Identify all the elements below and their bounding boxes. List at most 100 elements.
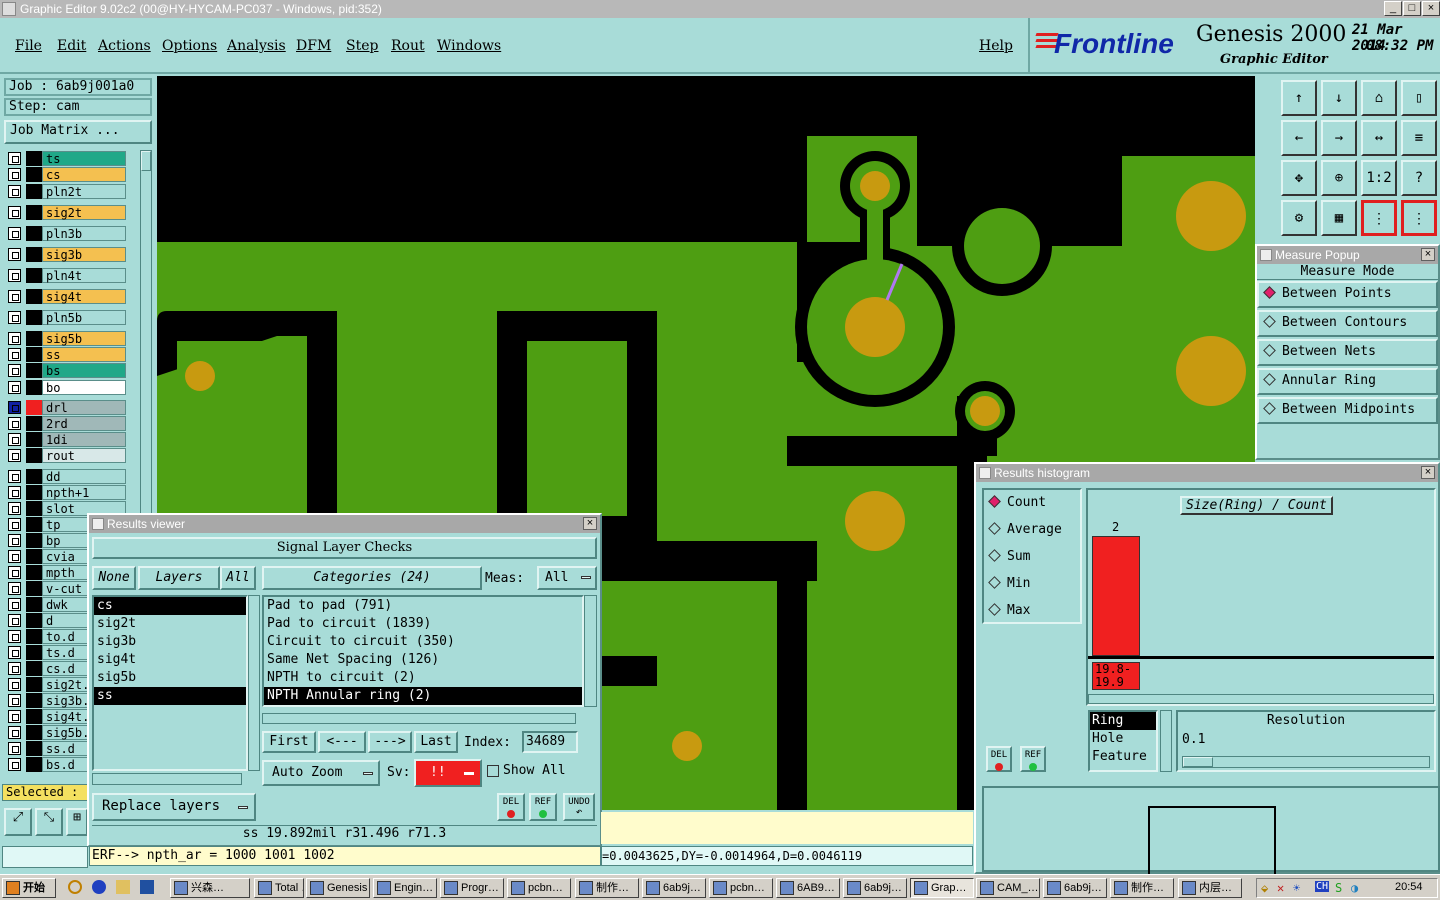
layer-checkbox[interactable] <box>8 290 21 303</box>
category-item[interactable]: Circuit to circuit (350) <box>264 633 582 651</box>
task-button[interactable]: 6ab9j… <box>642 878 706 898</box>
layer-row[interactable]: rout <box>4 448 128 463</box>
layer-row[interactable]: sig2t <box>4 205 128 220</box>
layer-checkbox[interactable] <box>8 168 21 181</box>
layer-row[interactable]: pln3b <box>4 226 128 241</box>
none-button[interactable]: None <box>92 566 136 590</box>
maximize-button[interactable]: □ <box>1403 1 1421 16</box>
category-item[interactable]: NPTH Annular ring (2) <box>264 687 582 705</box>
histogram-bin-label[interactable]: 19.8- 19.9 <box>1092 662 1140 690</box>
layer-row[interactable]: bs <box>4 363 128 378</box>
tool-button[interactable]: ↑ <box>1281 80 1317 116</box>
layer-checkbox[interactable] <box>8 269 21 282</box>
task-button[interactable]: 6ab9j… <box>1043 878 1107 898</box>
pan-tool-icon[interactable]: ⤢ <box>4 808 32 836</box>
menu-options[interactable]: Options <box>162 38 217 54</box>
layer-checkbox[interactable] <box>8 311 21 324</box>
menu-actions[interactable]: Actions <box>98 38 151 54</box>
layer-row[interactable]: cs <box>4 167 128 182</box>
next-button[interactable]: ---> <box>368 731 412 753</box>
del-button[interactable]: DEL <box>497 793 525 821</box>
histogram-option[interactable]: Max <box>984 598 1080 625</box>
tool-button[interactable]: ⌂ <box>1361 80 1397 116</box>
layer-row[interactable]: sig5b <box>4 331 128 346</box>
task-button[interactable]: pcbn… <box>507 878 571 898</box>
layer-checkbox[interactable] <box>8 550 21 563</box>
tool-button[interactable]: 1:2 <box>1361 160 1397 196</box>
measure-option[interactable]: Between Points <box>1257 281 1438 308</box>
histogram-bar[interactable] <box>1092 536 1140 656</box>
layer-checkbox[interactable] <box>8 678 21 691</box>
measure-option[interactable]: Between Contours <box>1257 310 1438 337</box>
layer-list-hscroll[interactable] <box>92 773 242 785</box>
ref-button[interactable]: REF <box>529 793 557 821</box>
layer-row[interactable]: ss <box>4 347 128 362</box>
category-list-scrollbar[interactable] <box>584 595 597 707</box>
layer-result-item[interactable]: ss <box>94 687 246 705</box>
histogram-close-icon[interactable]: × <box>1421 466 1435 479</box>
quick-launch-icon[interactable] <box>140 880 154 894</box>
layer-row[interactable]: pln2t <box>4 184 128 199</box>
tool-button[interactable]: ↔ <box>1361 120 1397 156</box>
task-button[interactable]: CAM_… <box>976 878 1040 898</box>
start-button[interactable]: 开始 <box>2 878 56 898</box>
tray-icon[interactable]: ✕ <box>1277 881 1284 895</box>
signal-layer-checks-header[interactable]: Signal Layer Checks <box>92 537 597 559</box>
category-list-hscroll[interactable] <box>262 713 576 724</box>
layer-checkbox[interactable] <box>8 742 21 755</box>
undo-button[interactable]: UNDO ↶ <box>563 793 595 821</box>
menu-file[interactable]: File <box>15 38 42 54</box>
menu-rout[interactable]: Rout <box>391 38 425 54</box>
histogram-type-item[interactable]: Hole <box>1090 730 1156 748</box>
layer-result-item[interactable]: sig2t <box>94 615 246 633</box>
tool-button[interactable]: ⊕ <box>1321 160 1357 196</box>
zoom-tool-icon[interactable]: ⤡ <box>35 808 63 836</box>
minimize-button[interactable]: _ <box>1384 1 1402 16</box>
task-button[interactable]: Engin… <box>373 878 437 898</box>
tool-button[interactable]: ↓ <box>1321 80 1357 116</box>
tool-button[interactable]: ? <box>1401 160 1437 196</box>
tool-button[interactable]: ≡ <box>1401 120 1437 156</box>
results-viewer-close-icon[interactable]: × <box>583 517 597 530</box>
hist-type-list[interactable]: Ring Hole Feature <box>1088 710 1158 772</box>
category-item[interactable]: NPTH to circuit (2) <box>264 669 582 687</box>
all-button[interactable]: All <box>220 566 256 590</box>
layer-checkbox[interactable] <box>8 614 21 627</box>
layer-row[interactable]: bo <box>4 380 128 395</box>
command-field[interactable] <box>2 846 88 868</box>
tray-icon[interactable]: S <box>1335 881 1342 895</box>
last-button[interactable]: Last <box>414 731 458 753</box>
auto-zoom-select[interactable]: Auto Zoom <box>262 760 380 786</box>
grid-tool-icon[interactable]: ⊞ <box>66 808 88 836</box>
quick-launch-icon[interactable] <box>92 880 106 894</box>
task-button[interactable]: 6ab9j… <box>843 878 907 898</box>
layer-checkbox[interactable] <box>8 348 21 361</box>
task-button[interactable]: Genesis <box>306 878 370 898</box>
layer-row[interactable]: ts <box>4 151 128 166</box>
layer-checkbox[interactable] <box>8 566 21 579</box>
layer-checkbox[interactable] <box>8 449 21 462</box>
layer-row[interactable]: drl <box>4 400 128 415</box>
layer-checkbox[interactable] <box>8 518 21 531</box>
layer-row[interactable]: sig4t <box>4 289 128 304</box>
replace-layers-select[interactable]: Replace layers <box>92 793 256 821</box>
layer-row[interactable]: 1di <box>4 432 128 447</box>
layer-checkbox[interactable] <box>8 758 21 771</box>
layer-checkbox[interactable] <box>8 227 21 240</box>
tool-button[interactable]: ⚙ <box>1281 200 1317 236</box>
measure-option[interactable]: Annular Ring <box>1257 368 1438 395</box>
job-matrix-button[interactable]: Job Matrix ... <box>4 120 152 144</box>
measure-option[interactable]: Between Nets <box>1257 339 1438 366</box>
severity-select[interactable]: !! <box>414 759 482 787</box>
tray-icon[interactable]: ◑ <box>1351 881 1358 895</box>
layer-checkbox[interactable] <box>8 401 21 414</box>
quick-launch-icon[interactable] <box>68 880 82 894</box>
layer-checkbox[interactable] <box>8 582 21 595</box>
close-button[interactable]: × <box>1422 1 1440 16</box>
prev-button[interactable]: <--- <box>318 731 366 753</box>
index-input[interactable]: 34689 <box>522 731 578 753</box>
menu-dfm[interactable]: DFM <box>296 38 331 54</box>
category-list[interactable]: Pad to pad (791) Pad to circuit (1839) Cir… <box>262 595 584 707</box>
layer-checkbox[interactable] <box>8 381 21 394</box>
layer-checkbox[interactable] <box>8 630 21 643</box>
